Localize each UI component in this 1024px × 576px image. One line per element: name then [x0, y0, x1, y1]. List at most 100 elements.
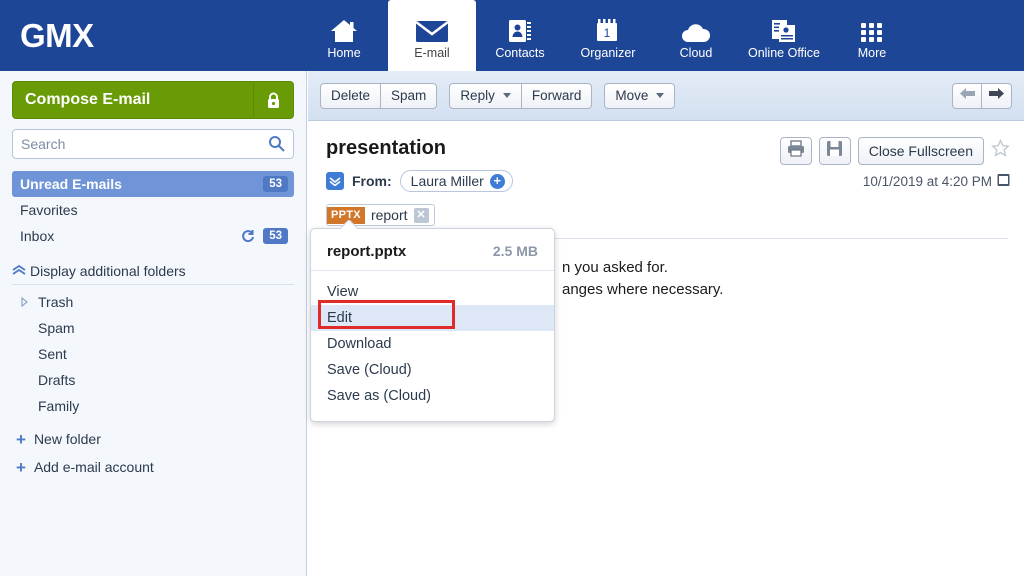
- forward-button[interactable]: Forward: [521, 82, 593, 109]
- delete-button[interactable]: Delete: [320, 82, 382, 109]
- previous-message-button[interactable]: [952, 82, 982, 109]
- reply-forward-group: Reply Forward: [449, 82, 593, 109]
- sidebar-item-unread-emails[interactable]: Unread E-mails 53: [12, 171, 294, 197]
- search-input[interactable]: [21, 136, 261, 152]
- move-group: Move: [604, 82, 676, 109]
- plus-icon: +: [16, 457, 26, 477]
- close-fullscreen-button[interactable]: Close Fullscreen: [857, 137, 984, 165]
- sidebar-label-trash: Trash: [38, 294, 74, 310]
- new-folder-label: New folder: [33, 431, 101, 447]
- attachment-popup: report.pptx 2.5 MB View Edit Download Sa…: [310, 228, 555, 422]
- sidebar-item-family[interactable]: Family: [12, 393, 294, 419]
- sidebar-item-trash[interactable]: Trash: [12, 289, 294, 315]
- svg-text:1: 1: [604, 26, 611, 40]
- floppy-disk-icon: [826, 140, 843, 162]
- message-toolbar: Delete Spam Reply Forward Move: [308, 71, 1024, 121]
- app-header: GMX Home E-mail Contacts 1 Organizer Clo…: [0, 0, 1024, 71]
- gmx-logo[interactable]: GMX: [0, 0, 300, 71]
- calendar-small-icon: [997, 173, 1010, 190]
- popup-pointer: [341, 220, 357, 229]
- envelope-icon: [415, 14, 449, 44]
- lock-icon[interactable]: [253, 82, 293, 118]
- nav-item-online-office[interactable]: Online Office: [740, 0, 828, 71]
- message-actions: Close Fullscreen: [779, 137, 1010, 165]
- expand-triangle-icon[interactable]: [20, 297, 38, 307]
- next-message-button[interactable]: [982, 82, 1012, 109]
- sidebar-label-family: Family: [38, 398, 80, 414]
- attachment-name: report: [370, 207, 408, 223]
- nav-item-more[interactable]: More: [828, 0, 916, 71]
- main-navigation: Home E-mail Contacts 1 Organizer Cloud O…: [300, 0, 1024, 71]
- home-icon: [329, 14, 359, 44]
- edit-highlight-annotation: [318, 300, 455, 329]
- compose-email-button[interactable]: Compose E-mail: [12, 81, 294, 119]
- sidebar-item-favorites[interactable]: Favorites: [12, 197, 294, 223]
- sidebar-label-spam: Spam: [38, 320, 75, 336]
- message-timestamp: 10/1/2019 at 4:20 PM: [862, 174, 992, 189]
- double-chevron-down-icon[interactable]: [326, 172, 344, 190]
- chevron-down-icon[interactable]: [656, 93, 665, 98]
- attachment-popup-header: report.pptx 2.5 MB: [311, 229, 554, 271]
- nav-item-email[interactable]: E-mail: [388, 0, 476, 71]
- menu-item-save-cloud[interactable]: Save (Cloud): [311, 357, 554, 383]
- save-button[interactable]: [818, 137, 851, 165]
- star-outline-icon[interactable]: [991, 138, 1010, 163]
- calendar-icon: 1: [595, 14, 621, 44]
- unread-count-badge: 53: [263, 176, 288, 192]
- sidebar-label-inbox: Inbox: [20, 228, 55, 244]
- contacts-icon: [507, 14, 533, 44]
- message-timestamp-row: 10/1/2019 at 4:20 PM: [863, 173, 1010, 190]
- documents-icon: [770, 14, 798, 44]
- attachment-popup-menu: View Edit Download Save (Cloud) Save as …: [311, 271, 554, 421]
- search-icon[interactable]: [268, 135, 285, 157]
- sidebar: Compose E-mail Unread E-mails 53 Favorit…: [0, 71, 307, 576]
- refresh-icon[interactable]: [240, 229, 255, 244]
- move-button[interactable]: Move: [604, 82, 676, 109]
- nav-label-online-office: Cloud: [679, 45, 713, 60]
- add-email-account-button[interactable]: + Add e-mail account: [12, 453, 294, 481]
- menu-item-download[interactable]: Download: [311, 331, 554, 357]
- sender-name: Laura Miller: [410, 173, 484, 189]
- sidebar-item-drafts[interactable]: Drafts: [12, 367, 294, 393]
- nav-item-home[interactable]: Home: [300, 0, 388, 71]
- reply-label: Reply: [460, 88, 495, 103]
- print-button[interactable]: [779, 137, 812, 165]
- display-additional-folders[interactable]: Display additional folders: [12, 259, 294, 285]
- sidebar-item-sent[interactable]: Sent: [12, 341, 294, 367]
- search-field[interactable]: [12, 129, 294, 159]
- message-navigation: [952, 82, 1012, 109]
- add-email-account-label: Add e-mail account: [33, 459, 154, 475]
- gmx-webmail-window: GMX Home E-mail Contacts 1 Organizer Clo…: [0, 0, 1024, 576]
- folder-list: Unread E-mails 53 Favorites Inbox 53 Dis…: [12, 171, 294, 481]
- new-folder-button[interactable]: + New folder: [12, 425, 294, 453]
- move-label: Move: [615, 88, 649, 103]
- plus-icon: +: [16, 429, 26, 449]
- menu-item-save-as-cloud[interactable]: Save as (Cloud): [311, 383, 554, 409]
- close-icon[interactable]: ✕: [413, 207, 429, 223]
- sidebar-label-drafts: Drafts: [38, 372, 76, 388]
- attachment-file-size: 2.5 MB: [492, 243, 538, 259]
- spam-button[interactable]: Spam: [381, 82, 438, 109]
- print-icon: [787, 140, 805, 162]
- compose-email-label: Compose E-mail: [25, 91, 151, 108]
- nav-item-cloud[interactable]: Cloud: [652, 0, 740, 71]
- nav-label-organizer: Organizer: [580, 45, 636, 60]
- nav-label-contacts: Contacts: [495, 45, 545, 60]
- nav-item-organizer[interactable]: 1 Organizer: [564, 0, 652, 71]
- sidebar-item-spam[interactable]: Spam: [12, 315, 294, 341]
- inbox-count-badge: 53: [263, 228, 288, 244]
- nav-item-contacts[interactable]: Contacts: [476, 0, 564, 71]
- nav-label-email: E-mail: [414, 45, 450, 60]
- cloud-icon: [680, 14, 712, 44]
- display-additional-folders-label: Display additional folders: [30, 262, 186, 279]
- delete-spam-group: Delete Spam: [320, 82, 438, 109]
- arrow-right-icon: [988, 87, 1005, 105]
- sender-pill[interactable]: Laura Miller +: [399, 170, 513, 192]
- arrow-left-icon: [959, 87, 976, 105]
- chevron-down-icon[interactable]: [502, 93, 511, 98]
- add-contact-icon[interactable]: +: [489, 173, 505, 189]
- reply-button[interactable]: Reply: [449, 82, 522, 109]
- sidebar-item-inbox[interactable]: Inbox 53: [12, 223, 294, 249]
- nav-label-more: Online Office: [747, 45, 821, 60]
- from-label: From:: [352, 173, 392, 189]
